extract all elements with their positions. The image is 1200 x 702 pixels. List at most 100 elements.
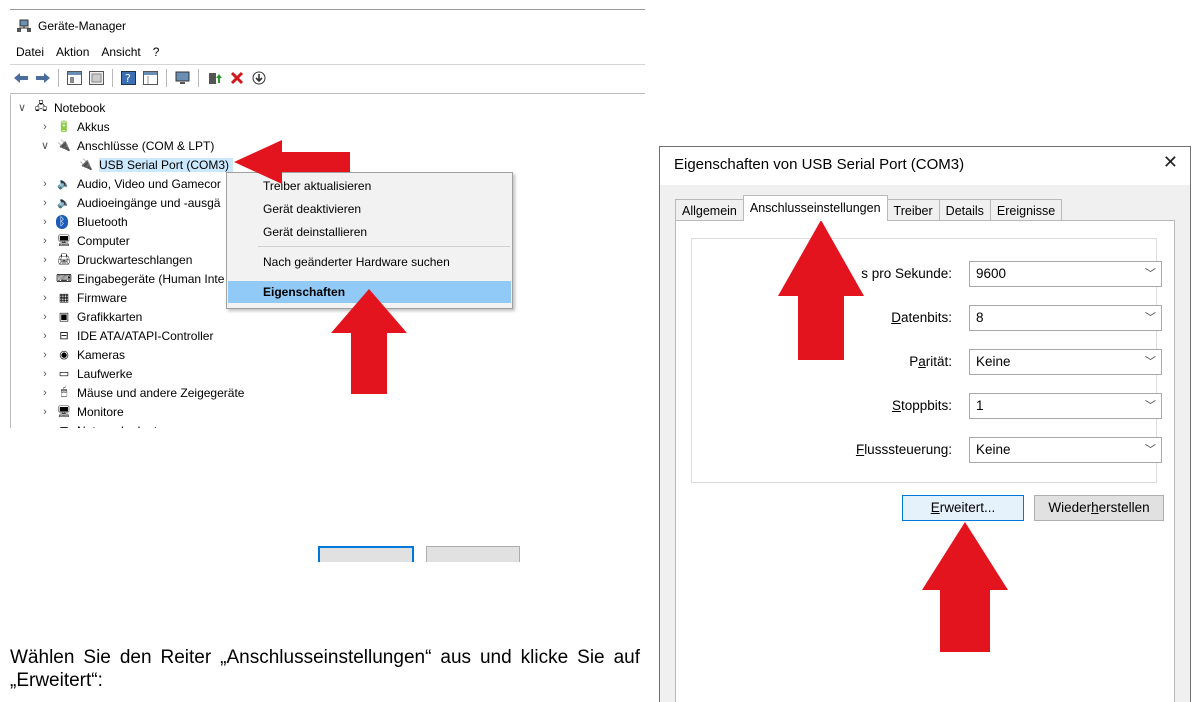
- chevron-right-icon[interactable]: ›: [40, 197, 50, 209]
- chevron-down-icon[interactable]: ∨: [40, 139, 50, 152]
- chevron-right-icon[interactable]: ›: [40, 311, 50, 323]
- label-paritaet-pre: P: [909, 354, 919, 369]
- tree-item-label: Anschlüsse (COM & LPT): [77, 138, 215, 153]
- red-arrow-up: [331, 289, 407, 394]
- monitor-icon: 🖥: [57, 406, 71, 418]
- tree-item-label: Grafikkarten: [77, 309, 143, 324]
- ok-button[interactable]: [318, 546, 414, 562]
- menu-item-uninstall-device[interactable]: Gerät deinstallieren: [228, 221, 511, 243]
- tree-item[interactable]: › 🖥 Monitore: [40, 402, 124, 421]
- tree-item[interactable]: › ▣ Grafikkarten: [40, 307, 142, 326]
- tree-item[interactable]: › ▦ Firmware: [40, 288, 127, 307]
- menu-item-scan-hardware[interactable]: Nach geänderter Hardware suchen: [228, 251, 511, 273]
- chevron-down-icon: ﹀: [1145, 312, 1156, 324]
- menu-ansicht[interactable]: Ansicht: [95, 43, 146, 61]
- tree-item[interactable]: › ⊟ IDE ATA/ATAPI-Controller: [40, 326, 213, 345]
- advanced-button-accel: E: [930, 500, 940, 515]
- tree-item[interactable]: › 🔋 Akkus: [40, 117, 110, 136]
- flusssteuerung-select[interactable]: Keine ﹀: [969, 437, 1162, 463]
- forward-icon[interactable]: [34, 70, 51, 87]
- back-icon[interactable]: [12, 70, 29, 87]
- tree-item[interactable]: › 🖨 Druckwarteschlangen: [40, 250, 192, 269]
- restore-defaults-button[interactable]: Wiederherstellen: [1034, 495, 1164, 521]
- chevron-right-icon[interactable]: ›: [40, 216, 50, 228]
- chevron-right-icon[interactable]: ›: [40, 273, 50, 285]
- battery-icon: 🔋: [57, 121, 71, 133]
- tree-item-label: IDE ATA/ATAPI-Controller: [77, 328, 214, 343]
- chevron-right-icon[interactable]: ›: [40, 121, 50, 133]
- tree-item[interactable]: ∨ 🔌 Anschlüsse (COM & LPT): [40, 136, 214, 155]
- mouse-icon: 🖱: [60, 386, 68, 398]
- tree-item[interactable]: › ▭ Laufwerke: [40, 364, 132, 383]
- chevron-right-icon[interactable]: ›: [40, 235, 50, 247]
- tab-details[interactable]: Details: [938, 199, 991, 221]
- tree-item[interactable]: › ⌨ Eingabegeräte (Human Inte: [40, 269, 224, 288]
- port-icon: 🔌: [57, 140, 71, 152]
- computer-icon: 🖧: [34, 101, 48, 113]
- advanced-button[interactable]: Erweitert...: [902, 495, 1024, 521]
- stoppbits-select[interactable]: 1 ﹀: [969, 393, 1162, 419]
- tree-item[interactable]: › 🖥 Computer: [40, 231, 130, 250]
- tree-item[interactable]: › 🔈 Audio, Video und Gamecor: [40, 174, 221, 193]
- cancel-button[interactable]: [426, 546, 520, 562]
- divider: [10, 93, 645, 94]
- settings-group: s pro Sekunde: 9600 ﹀ Datenbits: 8 ﹀ Par…: [691, 238, 1162, 483]
- printer-icon: 🖨: [57, 254, 71, 266]
- close-icon[interactable]: ✕: [1163, 152, 1178, 173]
- tree-item-label: Druckwarteschlangen: [77, 252, 193, 267]
- tree-item[interactable]: › ◉ Kameras: [40, 345, 125, 364]
- label-datenbits-text: atenbits:: [900, 310, 952, 325]
- help-icon[interactable]: ?: [120, 70, 137, 87]
- chevron-right-icon[interactable]: ›: [40, 406, 50, 418]
- list-view-icon[interactable]: [88, 70, 105, 87]
- menu-datei[interactable]: Datei: [10, 43, 50, 61]
- chevron-down-icon[interactable]: ∨: [17, 101, 27, 114]
- tree-item-label: Notebook: [54, 100, 106, 115]
- label-stoppbits-accel: S: [891, 398, 901, 413]
- tree-item[interactable]: › ⊞ Netzwerkadapter: [40, 421, 168, 429]
- chevron-right-icon[interactable]: ›: [40, 387, 50, 399]
- tree-item[interactable]: ∨ 🖧 Notebook: [17, 98, 105, 117]
- download-circle-icon[interactable]: [250, 70, 267, 87]
- tab-ereignisse[interactable]: Ereignisse: [989, 199, 1063, 221]
- tab-treiber[interactable]: Treiber: [886, 199, 940, 221]
- label-paritaet-accel: a: [918, 354, 926, 369]
- menu-item-disable-device[interactable]: Gerät deaktivieren: [228, 198, 511, 220]
- chevron-right-icon[interactable]: ›: [40, 178, 50, 190]
- chevron-right-icon[interactable]: ›: [40, 349, 50, 361]
- toolbar-separator: [198, 69, 199, 87]
- chevron-right-icon[interactable]: ›: [40, 368, 50, 380]
- tree-item-label: Eingabegeräte (Human Inte: [77, 271, 225, 286]
- tree-item-label: Laufwerke: [77, 366, 133, 381]
- chevron-right-icon[interactable]: ›: [40, 425, 50, 429]
- grid-view-icon[interactable]: [142, 70, 159, 87]
- update-driver-icon[interactable]: [206, 70, 223, 87]
- label-paritaet-text: rität:: [925, 354, 952, 369]
- tree-item-label: Netzwerkadapter: [77, 424, 168, 429]
- tree-item-label: Computer: [77, 233, 130, 248]
- chevron-right-icon[interactable]: ›: [40, 330, 50, 342]
- tree-item[interactable]: › 🖱 Mäuse und andere Zeigegeräte: [40, 383, 244, 402]
- menu-help[interactable]: ?: [147, 43, 166, 61]
- chevron-down-icon: ﹀: [1145, 268, 1156, 280]
- menu-aktion[interactable]: Aktion: [50, 43, 95, 61]
- chevron-right-icon[interactable]: ›: [40, 292, 50, 304]
- tree-item-selected[interactable]: 🔌 USB Serial Port (COM3): [62, 155, 234, 174]
- device-manager-window: Geräte-Manager Datei Aktion Ansicht ? ? …: [0, 0, 645, 428]
- divider: [10, 64, 645, 65]
- scan-hardware-icon[interactable]: [174, 70, 191, 87]
- tab-anschlusseinstellungen[interactable]: Anschlusseinstellungen: [742, 195, 888, 221]
- chevron-right-icon[interactable]: ›: [40, 254, 50, 266]
- tree-item[interactable]: › ᛒ Bluetooth: [40, 212, 128, 231]
- bits-per-second-select[interactable]: 9600 ﹀: [969, 261, 1162, 287]
- window-border: [10, 9, 645, 10]
- tree-item-label: Mäuse und andere Zeigegeräte: [77, 385, 245, 400]
- tree-item[interactable]: › 🔈 Audioeingänge und -ausgä: [40, 193, 220, 212]
- tab-allgemein[interactable]: Allgemein: [675, 199, 744, 221]
- uninstall-icon[interactable]: [228, 70, 245, 87]
- speaker-icon: 🔈: [57, 197, 71, 209]
- properties-view-icon[interactable]: [66, 70, 83, 87]
- window-title-bar: Geräte-Manager: [16, 16, 126, 36]
- datenbits-select[interactable]: 8 ﹀: [969, 305, 1162, 331]
- paritaet-select[interactable]: Keine ﹀: [969, 349, 1162, 375]
